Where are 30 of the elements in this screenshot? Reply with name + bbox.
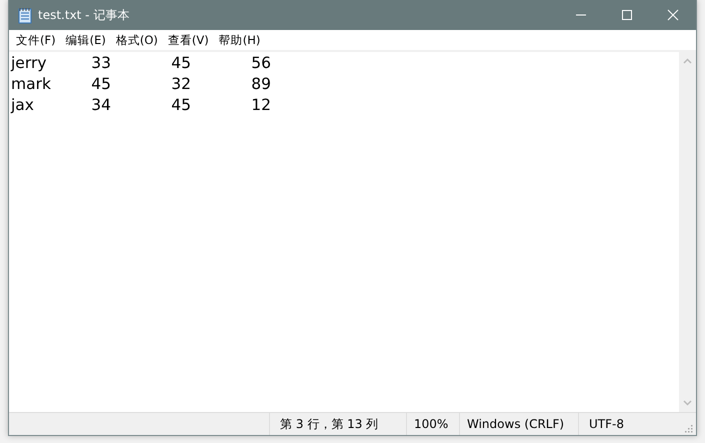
scrollbar[interactable] bbox=[679, 52, 696, 412]
menu-item[interactable]: 查看(V) bbox=[162, 30, 214, 50]
text-cell-text: jax bbox=[11, 96, 35, 114]
text-area[interactable]: jerry 33 45 56 mark 45 32 89 jax 34 45 12 bbox=[9, 52, 679, 412]
status-text: UTF-8 bbox=[578, 413, 683, 435]
text-cell-text: 45 bbox=[90, 74, 111, 92]
scroll-up-icon[interactable] bbox=[683, 58, 692, 64]
status-text: 100% bbox=[406, 413, 459, 435]
text-cell-text: 89 bbox=[250, 74, 271, 92]
scroll-down-icon[interactable] bbox=[683, 400, 692, 406]
text-cell-text: 45 bbox=[170, 54, 191, 72]
menu-item[interactable]: 格式(O) bbox=[110, 30, 163, 50]
text-cell-text: 56 bbox=[250, 54, 271, 72]
status-text: Windows (CRLF) bbox=[459, 413, 578, 435]
text-cell-text: 32 bbox=[170, 74, 191, 92]
close-icon bbox=[667, 9, 679, 21]
text-cell-text: 12 bbox=[250, 96, 271, 114]
menu-item[interactable]: 帮助(H) bbox=[214, 30, 266, 50]
maximize-icon bbox=[621, 9, 633, 21]
notepad-icon bbox=[18, 6, 32, 24]
text-cell-text: jerry bbox=[11, 54, 48, 72]
text-cell-text: mark bbox=[11, 74, 52, 92]
resize-grip-icon[interactable] bbox=[683, 423, 693, 433]
status-text: 第 3 行，第 13 列 bbox=[269, 413, 406, 435]
menu-item[interactable]: 编辑(E) bbox=[60, 30, 111, 50]
text-cell-text: 33 bbox=[90, 54, 111, 72]
window-title: test.txt - 记事本 bbox=[38, 6, 130, 24]
menu-item[interactable]: 文件(F) bbox=[11, 30, 61, 50]
text-cell-text: 34 bbox=[90, 96, 111, 114]
text-cell-text: 45 bbox=[170, 96, 191, 114]
